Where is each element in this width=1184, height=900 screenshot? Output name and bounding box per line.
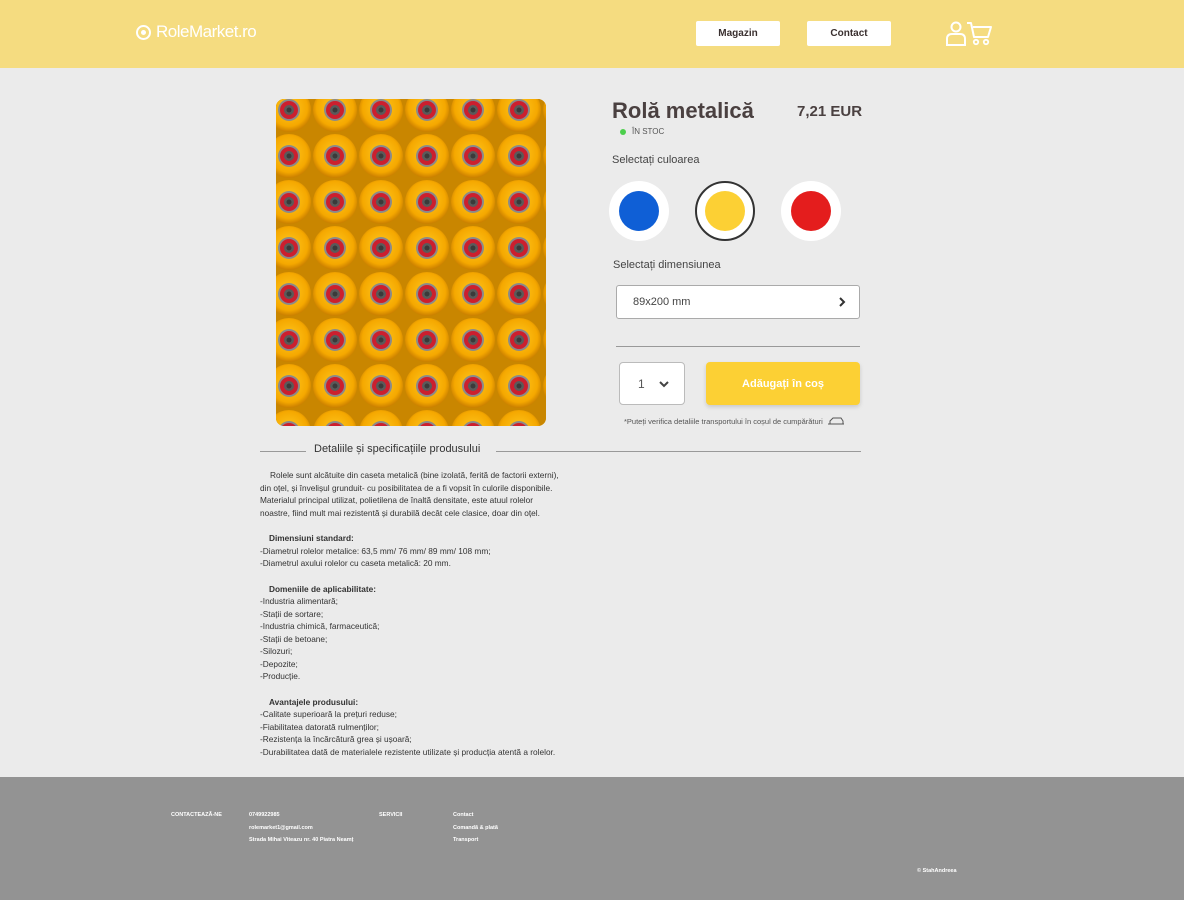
chevron-right-icon <box>839 297 846 307</box>
size-value: 89x200 mm <box>633 296 691 308</box>
footer-address: Strada Mihai Viteazu nr. 40 Piatra Neamț <box>249 837 354 843</box>
divider <box>616 346 860 347</box>
logo-icon <box>136 24 151 40</box>
transport-note: *Puteți verifica detaliile transportului… <box>624 417 845 426</box>
details-divider-right <box>496 451 861 452</box>
footer-email[interactable]: rolemarket1@gmail.com <box>249 822 353 835</box>
list-item: -Durabilitatea dată de materialele rezis… <box>260 746 556 757</box>
domains-heading: Domeniile de aplicabilitate: <box>269 583 376 594</box>
product-description: Rolele sunt alcătuite din caseta metalic… <box>260 469 560 758</box>
cart-icon[interactable] <box>965 19 993 47</box>
list-item: -Fiabilitatea datorată rulmenților; <box>260 721 379 732</box>
list-item: -Depozite; <box>260 658 298 669</box>
list-item: -Stații de sortare; <box>260 608 324 619</box>
color-label: Selectați culoarea <box>612 154 700 166</box>
product-image <box>276 99 546 426</box>
color-swatch-yellow[interactable] <box>695 181 755 241</box>
list-item: -Diametrul axului rolelor cu caseta meta… <box>260 558 451 568</box>
color-swatch-red[interactable] <box>781 181 841 241</box>
user-icon[interactable] <box>945 19 967 47</box>
quantity-select[interactable]: 1 <box>619 362 685 405</box>
quantity-value: 1 <box>638 376 645 391</box>
stock-dot-icon <box>620 128 626 135</box>
product-price: 7,21 EUR <box>797 103 863 120</box>
list-item: -Industria chimică, farmaceutică; <box>260 621 380 631</box>
footer-contact-label: CONTACTEAZĂ-NE <box>171 812 222 818</box>
color-swatch-blue[interactable] <box>609 181 669 241</box>
list-item: -Industria alimentară; <box>260 596 338 606</box>
nav-magazin-button[interactable]: Magazin <box>696 21 780 46</box>
list-item: -Stații de betoane; <box>260 633 328 644</box>
details-title: Detaliile și specificațiile produsului <box>314 443 481 455</box>
size-select[interactable]: 89x200 mm <box>616 285 860 319</box>
list-item: -Silozuri; <box>260 646 293 656</box>
stock-status: ÎN STOC <box>620 127 664 136</box>
footer-phone[interactable]: 0749922985 <box>249 809 353 822</box>
size-label: Selectați dimensiunea <box>613 259 721 271</box>
nav-contact-button[interactable]: Contact <box>807 21 891 46</box>
footer-contact-info: 0749922985 rolemarket1@gmail.com Strada … <box>249 809 353 847</box>
list-item: -Rezistența la încărcătură grea și ușoar… <box>260 734 412 744</box>
chevron-down-icon <box>659 381 669 388</box>
footer-link-contact[interactable]: Contact <box>453 809 498 822</box>
list-item: -Calitate superioară la prețuri reduse; <box>260 709 397 719</box>
advantages-heading: Avantajele produsului: <box>269 696 359 707</box>
site-footer: CONTACTEAZĂ-NE 0749922985 rolemarket1@gm… <box>0 777 1184 900</box>
copyright: © StahAndreea <box>917 868 957 874</box>
list-item: -Producție. <box>260 671 301 681</box>
footer-link-transport[interactable]: Transport <box>453 834 498 847</box>
stock-label: ÎN STOC <box>632 127 665 136</box>
footer-links: Contact Comandă & plată Transport <box>453 809 498 847</box>
dims-heading: Dimensiuni standard: <box>269 533 354 543</box>
description-intro: Rolele sunt alcătuite din caseta metalic… <box>260 470 559 518</box>
product-title: Rolă metalică <box>612 98 754 123</box>
add-to-cart-button[interactable]: Adăugați în coș <box>706 362 860 405</box>
footer-services-label: SERVICII <box>379 812 403 818</box>
logo[interactable]: RoleMarket.ro <box>136 22 257 42</box>
site-header: RoleMarket.ro Magazin Contact <box>0 0 1184 68</box>
red-dot <box>791 191 831 231</box>
logo-text: RoleMarket.ro <box>156 22 257 41</box>
list-item: -Diametrul rolelor metalice: 63,5 mm/ 76… <box>260 545 491 556</box>
truck-icon <box>827 417 844 425</box>
transport-note-text: *Puteți verifica detaliile transportului… <box>624 417 823 426</box>
yellow-dot <box>705 191 745 231</box>
blue-dot <box>619 191 659 231</box>
details-divider-left <box>260 451 306 452</box>
footer-link-order[interactable]: Comandă & plată <box>453 822 498 835</box>
